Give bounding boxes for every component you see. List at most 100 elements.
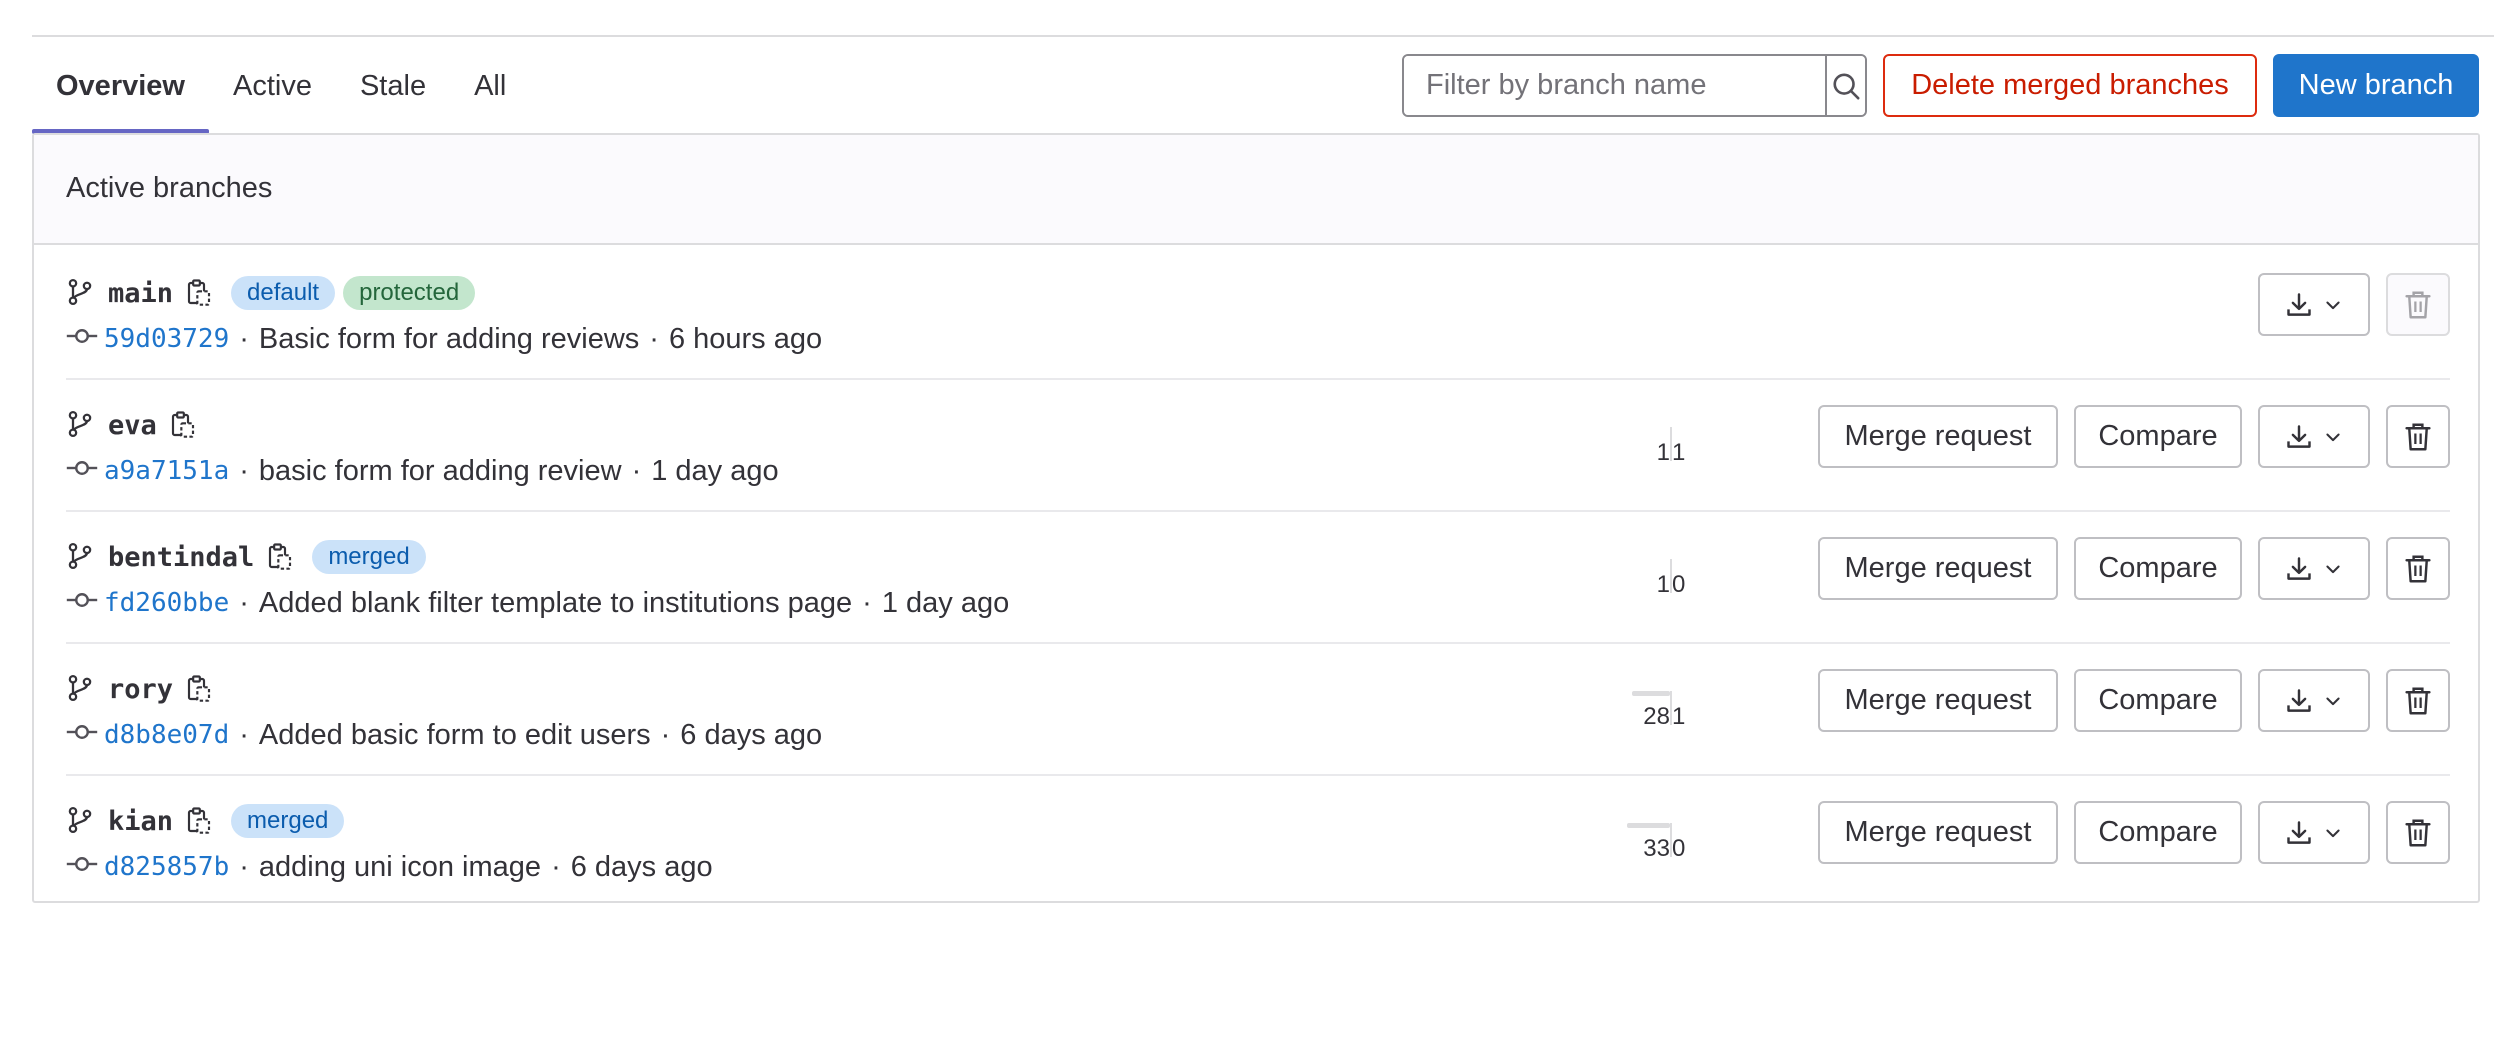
merge-request-button[interactable]: Merge request <box>1818 669 2058 732</box>
branch-tabs: Overview Active Stale All <box>32 56 530 134</box>
chevron-down-icon <box>2323 427 2343 447</box>
branch-badge-protected: protected <box>343 276 476 310</box>
commit-info-line: 59d03729 · Basic form for adding reviews… <box>66 319 822 359</box>
copy-branch-name-icon[interactable] <box>262 539 298 575</box>
tab-stale[interactable]: Stale <box>336 56 450 134</box>
branch-name-link[interactable]: main <box>108 278 173 309</box>
commit-info-line: fd260bbe · Added blank filter template t… <box>66 583 1009 623</box>
branch-name-link[interactable]: rory <box>108 674 173 705</box>
commit-message[interactable]: Added blank filter template to instituti… <box>259 587 852 620</box>
branch-name-link[interactable]: kian <box>108 806 173 837</box>
divergence-graph: 28 1 <box>1626 689 1716 739</box>
download-dropdown-button[interactable] <box>2258 273 2370 336</box>
trash-icon <box>2404 818 2432 848</box>
delete-branch-button[interactable] <box>2386 801 2450 864</box>
copy-branch-name-icon[interactable] <box>181 275 217 311</box>
separator: · <box>239 718 249 751</box>
commit-time: 6 days ago <box>680 718 823 751</box>
commits-behind-count: 1 <box>1656 571 1670 598</box>
separator: · <box>660 718 671 751</box>
merge-request-button[interactable]: Merge request <box>1818 801 2058 864</box>
commit-sha-link[interactable]: d825857b <box>104 852 229 882</box>
branch-actions: Merge request Compare <box>1802 405 2450 468</box>
commit-sha-link[interactable]: a9a7151a <box>104 456 229 486</box>
commit-message[interactable]: Basic form for adding reviews <box>259 323 639 356</box>
branch-badge-merged: merged <box>312 540 426 574</box>
compare-button[interactable]: Compare <box>2074 405 2242 468</box>
branch-name-link[interactable]: bentindal <box>108 542 254 573</box>
branch-icon <box>66 410 96 440</box>
merge-request-button[interactable]: Merge request <box>1818 537 2058 600</box>
commit-icon <box>66 720 100 750</box>
branch-actions <box>2242 273 2450 336</box>
download-icon <box>2285 819 2313 847</box>
branch-actions: Merge request Compare <box>1802 801 2450 864</box>
copy-branch-name-icon[interactable] <box>181 671 217 707</box>
chevron-down-icon <box>2323 691 2343 711</box>
active-branches-card: Active branches main default protected 59… <box>32 133 2480 903</box>
commit-message[interactable]: adding uni icon image <box>259 851 541 884</box>
download-dropdown-button[interactable] <box>2258 801 2370 864</box>
branch-title-line: main default protected <box>66 273 483 313</box>
download-icon <box>2285 555 2313 583</box>
commit-sha-link[interactable]: 59d03729 <box>104 324 229 354</box>
branch-icon <box>66 542 96 572</box>
compare-button[interactable]: Compare <box>2074 537 2242 600</box>
branch-title-line: bentindal merged <box>66 537 434 577</box>
divergence-graph: 1 0 <box>1626 557 1716 607</box>
commits-ahead-count: 1 <box>1672 703 1686 730</box>
commit-info-line: d825857b · adding uni icon image · 6 day… <box>66 847 713 887</box>
delete-branch-button[interactable] <box>2386 405 2450 468</box>
commit-sha-link[interactable]: d8b8e07d <box>104 720 229 750</box>
trash-icon <box>2404 290 2432 320</box>
tab-active[interactable]: Active <box>209 56 336 134</box>
delete-branch-button[interactable] <box>2386 537 2450 600</box>
download-dropdown-button[interactable] <box>2258 405 2370 468</box>
commit-time: 1 day ago <box>881 586 1010 619</box>
separator: · <box>862 586 872 619</box>
download-dropdown-button[interactable] <box>2258 669 2370 732</box>
commit-sha-link[interactable]: fd260bbe <box>104 588 229 618</box>
commit-icon <box>66 456 100 486</box>
compare-button[interactable]: Compare <box>2074 669 2242 732</box>
section-title: Active branches <box>34 135 2478 245</box>
commits-behind-count: 28 <box>1643 703 1670 730</box>
copy-branch-name-icon[interactable] <box>165 407 201 443</box>
tab-all[interactable]: All <box>450 56 530 134</box>
new-branch-button[interactable]: New branch <box>2273 54 2479 117</box>
separator: · <box>239 586 249 619</box>
tab-overview[interactable]: Overview <box>32 56 209 134</box>
merge-request-button[interactable]: Merge request <box>1818 405 2058 468</box>
branch-row: bentindal merged fd260bbe · Added blank … <box>66 511 2450 643</box>
commit-message[interactable]: Added basic form to edit users <box>259 719 651 752</box>
behind-bar <box>1627 823 1670 828</box>
separator: · <box>631 454 642 487</box>
commit-time: 6 days ago <box>570 850 713 883</box>
separator: · <box>239 850 249 883</box>
copy-branch-name-icon[interactable] <box>181 803 217 839</box>
branch-row: rory d8b8e07d · Added basic form to edit… <box>66 643 2450 775</box>
commit-message[interactable]: basic form for adding review <box>259 455 622 488</box>
delete-branch-button[interactable] <box>2386 273 2450 336</box>
branch-row: main default protected 59d03729 · Basic f… <box>66 247 2450 379</box>
commit-icon <box>66 588 100 618</box>
delete-branch-button[interactable] <box>2386 669 2450 732</box>
branch-badge-merged: merged <box>231 804 345 838</box>
download-dropdown-button[interactable] <box>2258 537 2370 600</box>
download-icon <box>2285 423 2313 451</box>
commits-behind-count: 33 <box>1643 835 1670 862</box>
download-icon <box>2285 291 2313 319</box>
delete-merged-branches-button[interactable]: Delete merged branches <box>1883 54 2257 117</box>
branch-actions: Merge request Compare <box>1802 669 2450 732</box>
commit-time: 1 day ago <box>651 454 779 487</box>
separator: · <box>649 322 659 355</box>
compare-button[interactable]: Compare <box>2074 801 2242 864</box>
branch-name-link[interactable]: eva <box>108 410 157 441</box>
separator: · <box>239 454 249 487</box>
branch-filter-input[interactable] <box>1404 56 1825 115</box>
search-icon <box>1833 72 1860 99</box>
separator: · <box>551 850 561 883</box>
commits-ahead-count: 0 <box>1672 571 1686 598</box>
search-button[interactable] <box>1825 56 1865 115</box>
commits-ahead-count: 0 <box>1672 835 1686 862</box>
